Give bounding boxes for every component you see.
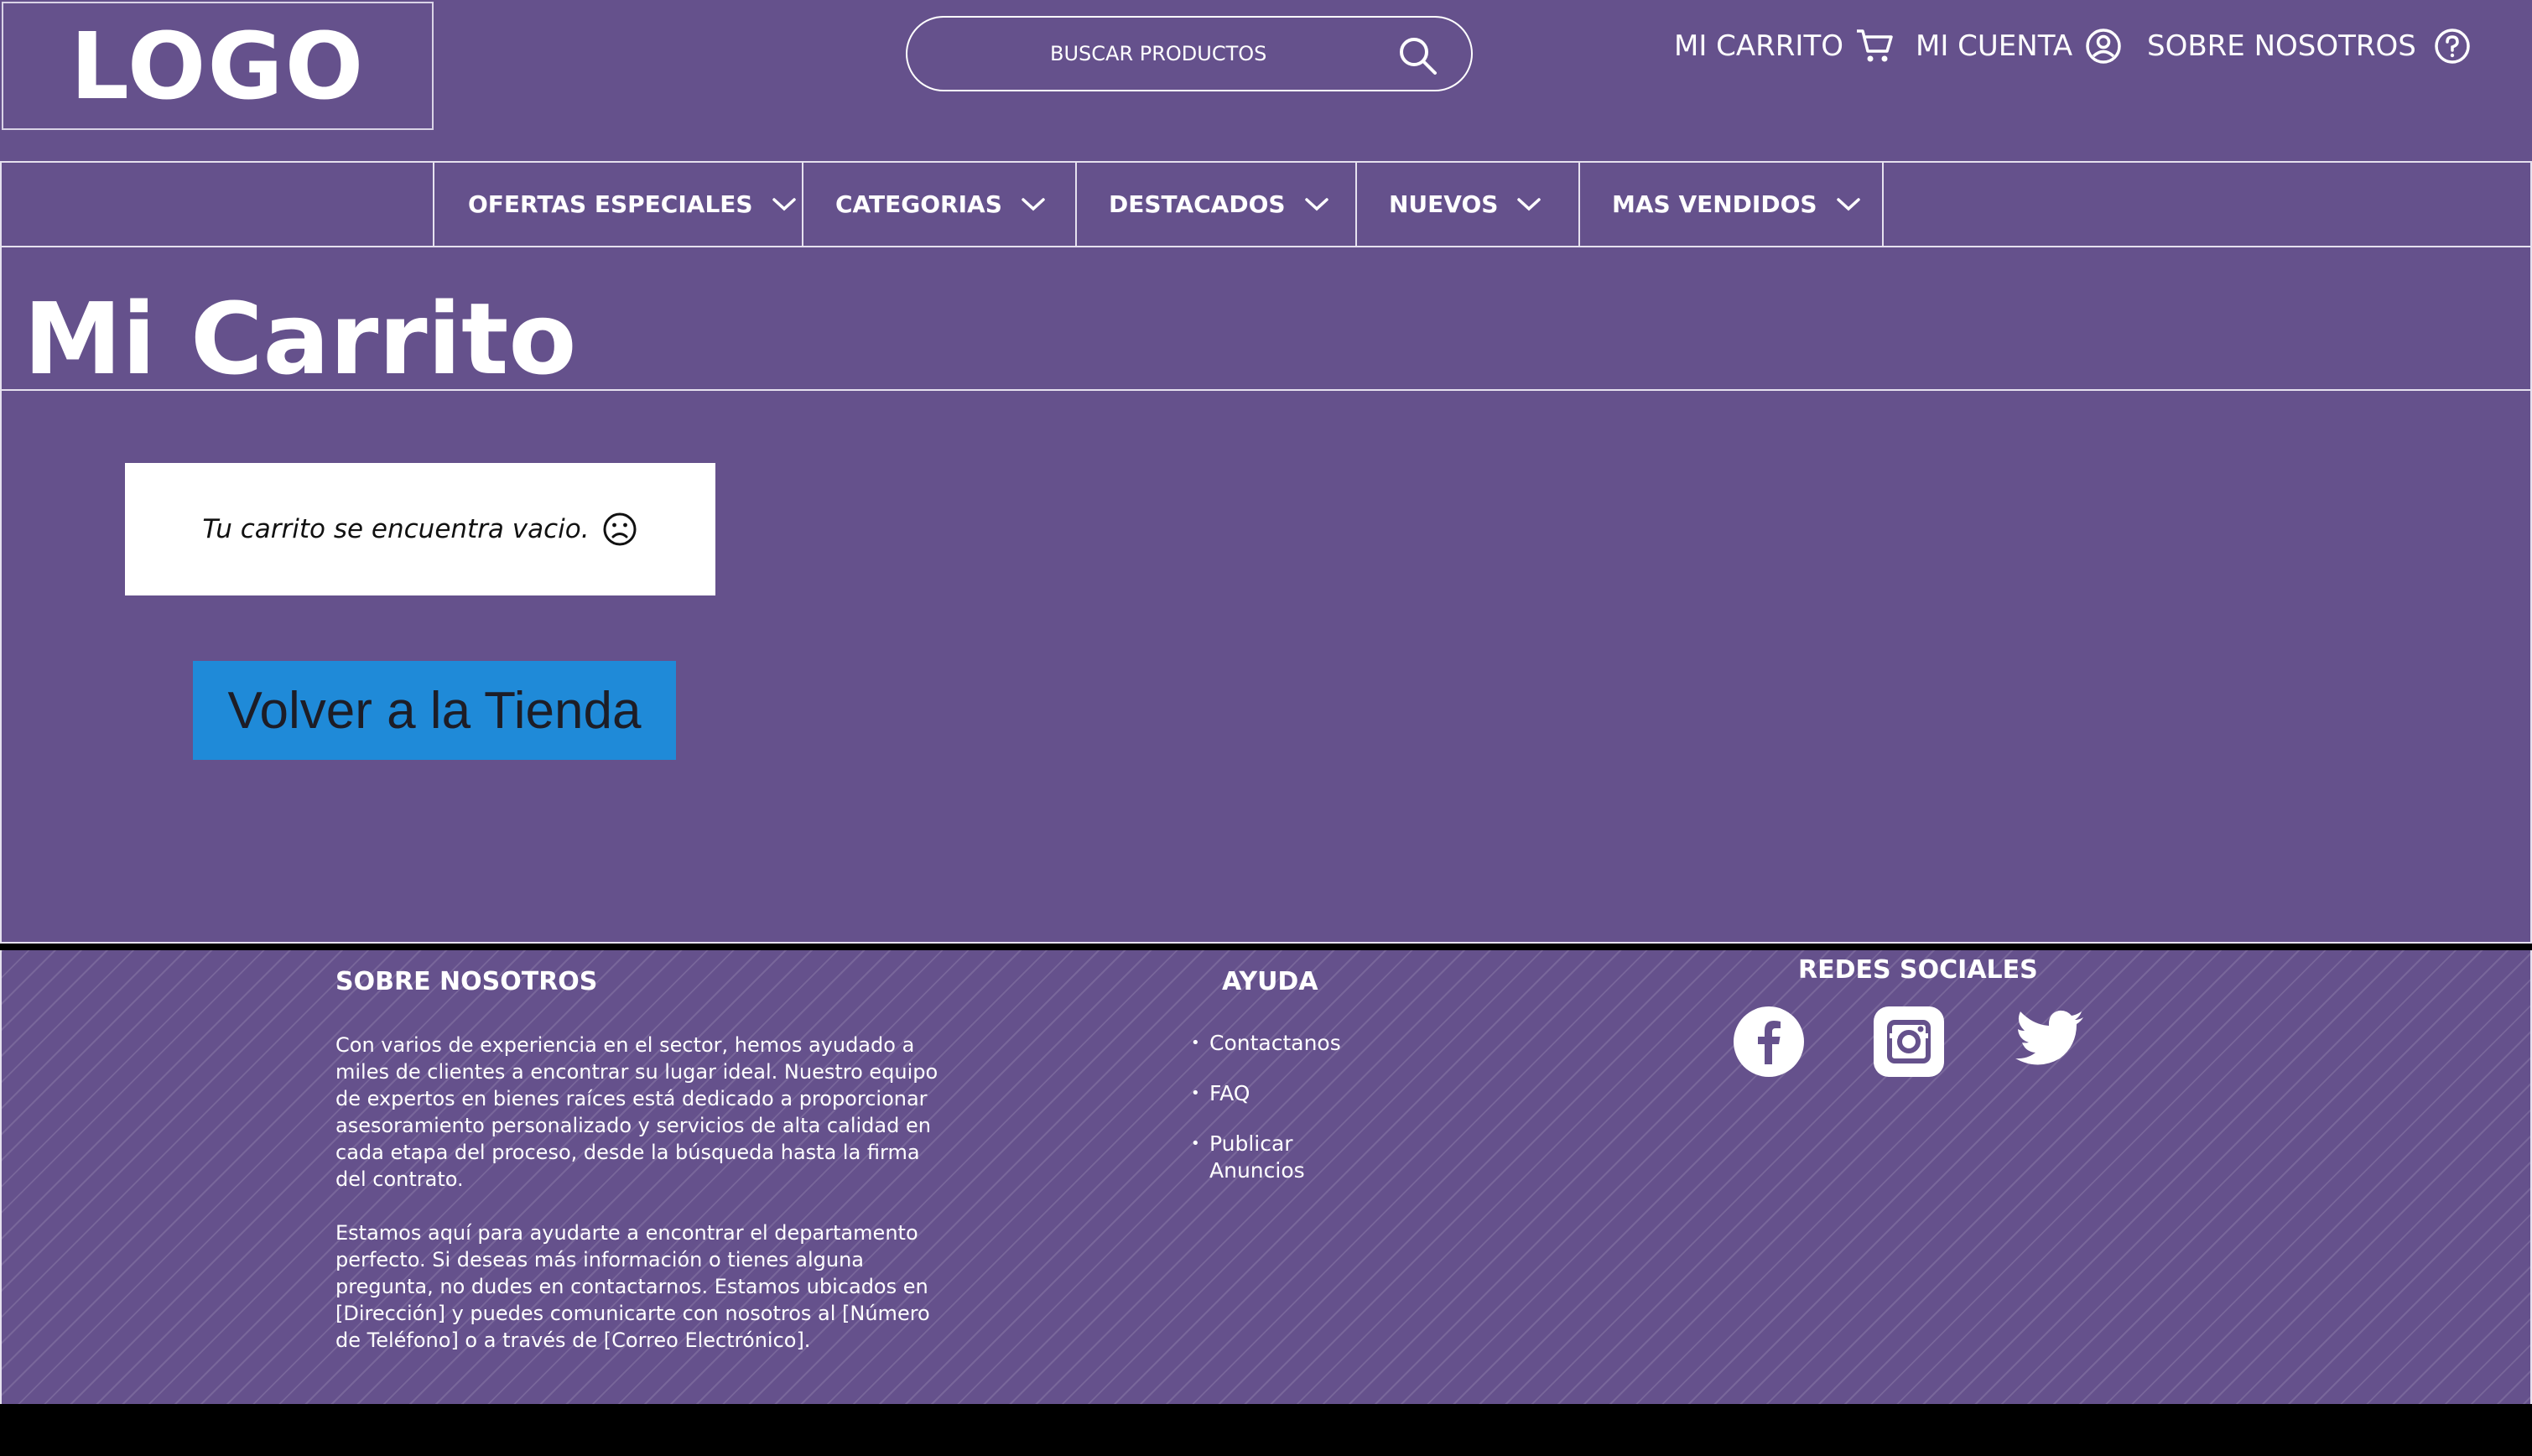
chevron-down-icon	[772, 197, 796, 211]
page-title: Mi Carrito	[23, 281, 577, 397]
sad-face-icon	[603, 512, 637, 546]
chevron-down-icon	[1836, 197, 1860, 211]
footer-link-publish[interactable]: Publicar Anuncios	[1191, 1131, 1308, 1184]
back-to-store-button[interactable]: Volver a la Tienda	[193, 661, 676, 760]
empty-cart-message: Tu carrito se encuentra vacio.	[125, 463, 715, 595]
footer-link-contact[interactable]: Contactanos	[1191, 1030, 1359, 1057]
nav-about-label: SOBRE NOSOTROS	[2147, 29, 2416, 63]
instagram-icon[interactable]	[1873, 1006, 1945, 1078]
logo[interactable]: LOGO	[2, 2, 434, 130]
facebook-icon[interactable]	[1733, 1006, 1805, 1078]
nav-account-label: MI CUENTA	[1916, 29, 2073, 63]
category-label: DESTACADOS	[1109, 190, 1286, 218]
category-categorias[interactable]: CATEGORIAS	[802, 163, 1075, 246]
footer-about-text: Con varios de experiencia en el sector, …	[335, 1033, 938, 1191]
page: LOGO BUSCAR PRODUCTOS MI CARRITO MI CUEN…	[0, 0, 2532, 1456]
category-mas-vendidos[interactable]: MAS VENDIDOS	[1578, 163, 1884, 246]
category-label: NUEVOS	[1389, 190, 1499, 218]
footer-link-faq[interactable]: FAQ	[1191, 1080, 1359, 1107]
nav-cart-label: MI CARRITO	[1674, 29, 1843, 63]
chevron-down-icon	[1304, 197, 1328, 211]
footer-help-list: Contactanos FAQ Publicar Anuncios	[1191, 1030, 1359, 1208]
header: LOGO BUSCAR PRODUCTOS MI CARRITO MI CUEN…	[0, 0, 2532, 161]
footer: SOBRE NOSOTROS Con varios de experiencia…	[0, 950, 2532, 1404]
logo-text: LOGO	[70, 12, 366, 120]
title-bar: Mi Carrito	[0, 247, 2532, 397]
search-input[interactable]: BUSCAR PRODUCTOS	[1050, 18, 1266, 90]
cart-content: Tu carrito se encuentra vacio. Volver a …	[0, 391, 2532, 944]
nav-cart[interactable]: MI CARRITO	[1674, 25, 1894, 67]
chevron-down-icon	[1517, 197, 1542, 211]
search-icon[interactable]	[1396, 34, 1439, 77]
empty-cart-text: Tu carrito se encuentra vacio.	[202, 514, 590, 544]
twitter-icon[interactable]	[2013, 1006, 2085, 1078]
footer-help-heading: AYUDA	[1222, 967, 1318, 996]
category-destacados[interactable]: DESTACADOS	[1075, 163, 1355, 246]
user-icon	[2086, 29, 2121, 64]
chevron-down-icon	[1022, 197, 1045, 211]
category-label: CATEGORIAS	[835, 190, 1002, 218]
nav-about[interactable]: SOBRE NOSOTROS	[2147, 25, 2472, 67]
category-ofertas[interactable]: OFERTAS ESPECIALES	[433, 163, 802, 246]
bottom-bar	[0, 1404, 2532, 1456]
category-nuevos[interactable]: NUEVOS	[1355, 163, 1578, 246]
footer-social-heading: REDES SOCIALES	[1798, 955, 2038, 985]
search-bar[interactable]: BUSCAR PRODUCTOS	[906, 16, 1473, 91]
footer-about-text: Estamos aquí para ayudarte a encontrar e…	[335, 1221, 930, 1352]
nav-account[interactable]: MI CUENTA	[1916, 25, 2123, 67]
category-bar: OFERTAS ESPECIALES CATEGORIAS DESTACADOS…	[0, 161, 2532, 247]
category-label: MAS VENDIDOS	[1612, 190, 1817, 218]
category-label: OFERTAS ESPECIALES	[468, 190, 753, 218]
footer-about-heading: SOBRE NOSOTROS	[335, 967, 598, 996]
help-icon	[2435, 29, 2470, 64]
cart-icon	[1856, 29, 1893, 62]
